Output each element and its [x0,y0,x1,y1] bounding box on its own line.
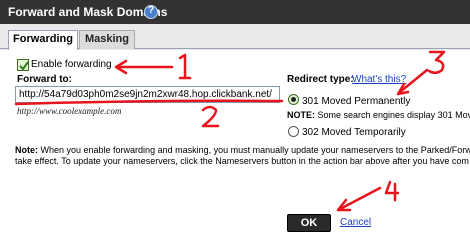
annotation-number-4 [384,180,400,202]
forward-to-input[interactable]: http://54a79d03ph0m2se9jn2m2xwr48.hop.cl… [15,86,280,103]
note-label: Note: [15,145,38,155]
whats-this-link[interactable]: What's this? [352,74,406,85]
note-line-2: take effect. To update your nameservers,… [15,156,469,166]
dialog-titlebar: Forward and Mask Domains ? [0,0,470,24]
radio-302[interactable] [288,126,299,137]
redirect-note-label: NOTE: [287,110,315,120]
nameserver-note: Note: When you enable forwarding and mas… [15,145,470,167]
question-icon[interactable]: ? [144,5,158,19]
ok-button[interactable]: OK [287,214,331,232]
radio-301-label: 301 Moved Permanently [302,96,411,107]
redirect-note-text: Some search engines display 301 Move [315,110,470,120]
annotation-arrowhead-4 [336,198,352,212]
note-line-1: When you enable forwarding and masking, … [38,145,470,155]
redirect-type-label: Redirect type: [287,74,354,85]
annotation-number-2 [201,105,220,128]
radio-301[interactable] [288,94,299,105]
checkmark-icon [19,61,29,71]
annotation-number-3 [427,50,446,74]
forward-to-label: Forward to: [17,74,72,85]
annotation-arrowhead-1 [114,59,128,75]
redirect-note: NOTE: Some search engines display 301 Mo… [287,110,470,120]
enable-forwarding-label: Enable forwarding [31,59,112,70]
annotation-arrowhead-3 [396,82,410,96]
tab-forwarding[interactable]: Forwarding [8,30,78,50]
annotation-arrow-4 [340,186,382,210]
annotation-number-1 [178,53,192,80]
radio-302-label: 302 Moved Temporarily [302,127,406,138]
cancel-link[interactable]: Cancel [340,217,371,228]
enable-forwarding-checkbox[interactable] [17,59,29,71]
example-url: http://www.coolexample.com [17,106,122,116]
tab-masking[interactable]: Masking [79,30,135,49]
